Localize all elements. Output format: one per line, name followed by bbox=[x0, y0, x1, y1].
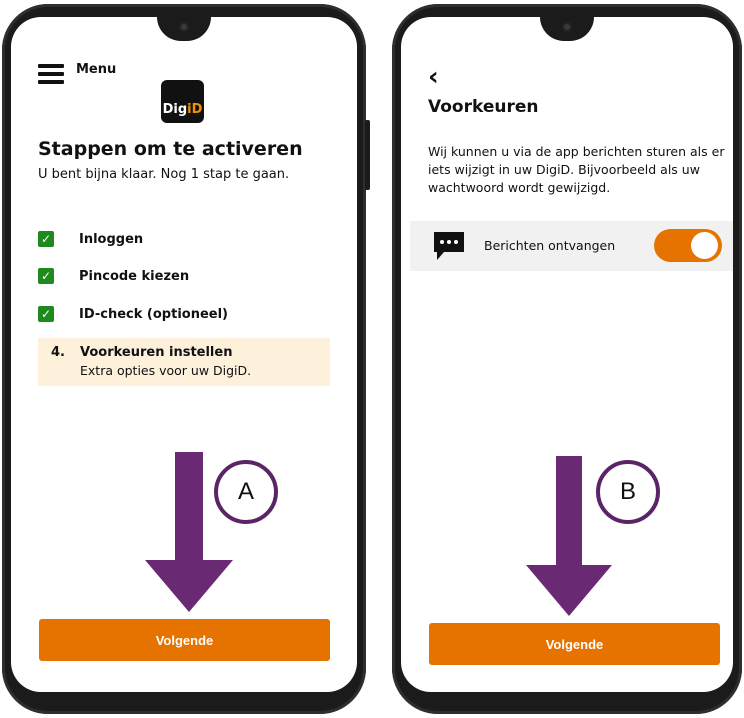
callout-a: A bbox=[214, 460, 278, 524]
step-description: Extra opties voor uw DigiD. bbox=[80, 363, 252, 378]
page-title: Stappen om te activeren bbox=[38, 138, 303, 160]
callout-b: B bbox=[596, 460, 660, 524]
phone-right: ‹ Voorkeuren Wij kunnen u via de app ber… bbox=[392, 4, 742, 714]
step-item: ✓ Inloggen bbox=[38, 231, 143, 247]
camera-icon bbox=[179, 22, 189, 32]
chevron-left-icon[interactable]: ‹ bbox=[428, 64, 439, 90]
screen-right: ‹ Voorkeuren Wij kunnen u via de app ber… bbox=[401, 17, 733, 692]
side-button bbox=[365, 120, 370, 190]
step-label: Inloggen bbox=[79, 231, 144, 247]
step-label: Voorkeuren instellen bbox=[80, 345, 233, 360]
step-item: ✓ Pincode kiezen bbox=[38, 268, 189, 284]
logo-text-1: Dig bbox=[162, 102, 188, 117]
intro-text: Wij kunnen u via de app berichten sturen… bbox=[428, 144, 725, 195]
notch bbox=[540, 17, 594, 41]
preference-label: Berichten ontvangen bbox=[484, 238, 616, 253]
preference-row: Berichten ontvangen bbox=[410, 221, 733, 271]
toggle-knob bbox=[691, 232, 718, 259]
notch bbox=[157, 17, 211, 41]
page-subtitle: U bent bijna klaar. Nog 1 stap te gaan. bbox=[38, 167, 290, 182]
page-title: Voorkeuren bbox=[428, 97, 539, 117]
checkmark-icon: ✓ bbox=[38, 268, 54, 284]
step-label: Pincode kiezen bbox=[79, 268, 190, 284]
menu-button[interactable]: Menu bbox=[38, 61, 117, 84]
menu-label: Menu bbox=[76, 61, 117, 77]
logo-text-2: iD bbox=[187, 102, 203, 117]
checkmark-icon: ✓ bbox=[38, 306, 54, 322]
hamburger-icon bbox=[38, 64, 64, 84]
next-button[interactable]: Volgende bbox=[429, 623, 720, 665]
camera-icon bbox=[562, 22, 572, 32]
screen-left: Menu Dig iD Stappen om te activeren U ben… bbox=[11, 17, 357, 692]
next-button[interactable]: Volgende bbox=[39, 619, 330, 661]
current-step: 4. Voorkeuren instellen Extra opties voo… bbox=[38, 338, 330, 386]
chat-bubble-icon bbox=[434, 232, 464, 260]
digid-logo: Dig iD bbox=[161, 80, 204, 123]
phone-left: Menu Dig iD Stappen om te activeren U ben… bbox=[2, 4, 370, 714]
step-number: 4. bbox=[51, 345, 65, 360]
step-item: ✓ ID-check (optioneel) bbox=[38, 306, 228, 322]
messages-toggle[interactable] bbox=[654, 229, 722, 262]
step-label: ID-check (optioneel) bbox=[79, 306, 228, 322]
checkmark-icon: ✓ bbox=[38, 231, 54, 247]
